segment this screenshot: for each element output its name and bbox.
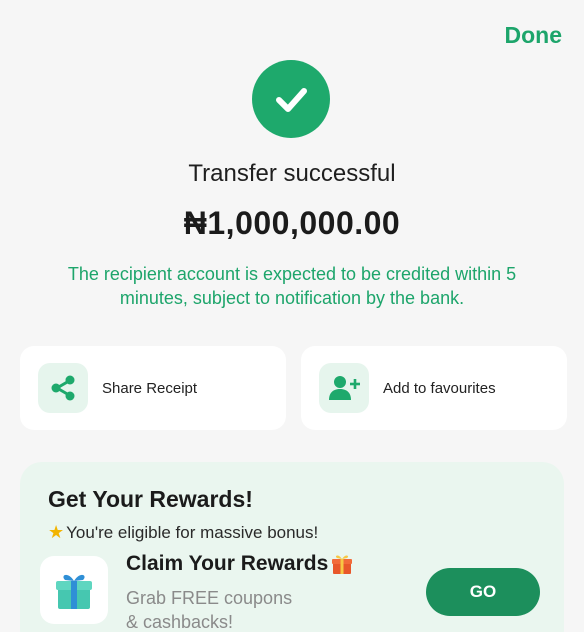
success-check-icon — [252, 60, 330, 138]
go-button[interactable]: GO — [426, 568, 540, 616]
add-to-favourites-button[interactable]: Add to favourites — [301, 346, 567, 430]
credit-notice: The recipient account is expected to be … — [67, 264, 517, 308]
done-button[interactable]: Done — [505, 22, 563, 49]
transfer-amount: ₦1,000,000.00 — [183, 205, 401, 241]
share-receipt-label: Share Receipt — [102, 379, 198, 397]
add-user-icon — [319, 363, 369, 413]
sparkle-star-icon: ★ — [48, 522, 65, 542]
claim-rewards-title: Claim Your Rewards — [126, 552, 354, 576]
rewards-card: Get Your Rewards! ★ You're eligible for … — [20, 462, 564, 632]
claim-rewards-description: Grab FREE coupons & cashbacks! — [126, 586, 292, 632]
share-icon — [38, 363, 88, 413]
rewards-subtitle: ★ You're eligible for massive bonus! — [48, 522, 318, 543]
share-receipt-button[interactable]: Share Receipt — [20, 346, 286, 430]
claim-desc-line-2: & cashbacks! — [126, 612, 234, 632]
claim-desc-line-1: Grab FREE coupons — [126, 588, 293, 608]
status-title: Transfer successful — [188, 160, 396, 187]
rewards-subtitle-text: You're eligible for massive bonus! — [66, 522, 319, 542]
add-to-favourites-label: Add to favourites — [383, 379, 496, 397]
rewards-title: Get Your Rewards! — [48, 486, 253, 512]
gift-box-icon — [40, 556, 108, 624]
present-icon — [330, 552, 354, 576]
claim-rewards-text: Claim Your Rewards — [126, 552, 329, 575]
transfer-success-screen: Done Transfer successful ₦1,000,000.00 T… — [0, 0, 584, 632]
